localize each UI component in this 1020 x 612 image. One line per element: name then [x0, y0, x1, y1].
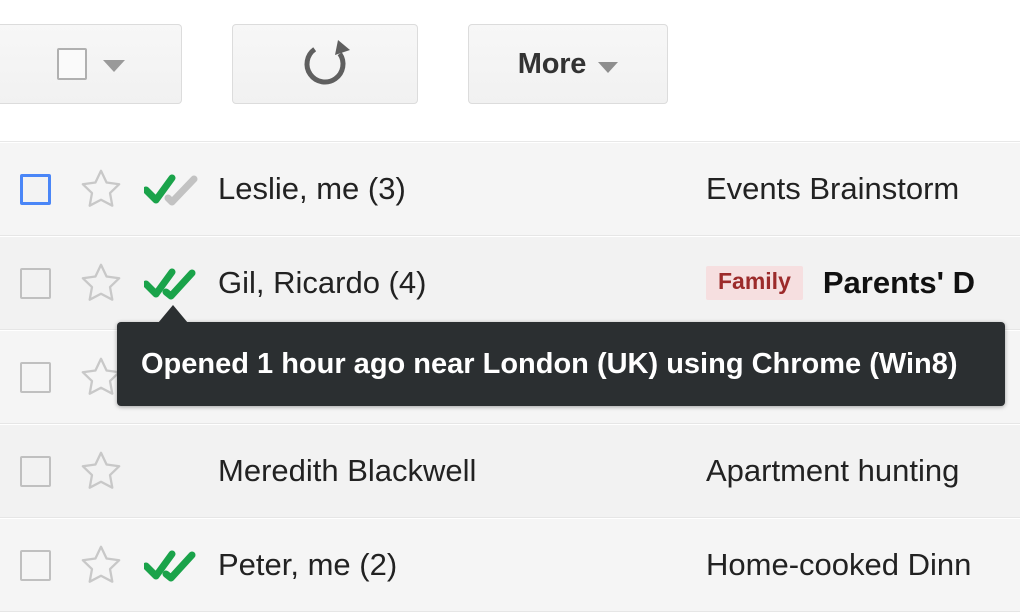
table-row[interactable]: Meredith Blackwell Apartment hunting [0, 424, 1020, 518]
chevron-down-icon[interactable] [102, 60, 125, 72]
select-all-button[interactable] [0, 24, 182, 104]
table-row[interactable]: Gil, Ricardo (4) Family Parents' D [0, 236, 1020, 330]
refresh-icon [297, 36, 353, 92]
subject-text: Apartment hunting [706, 453, 960, 488]
star-cell[interactable] [70, 166, 132, 212]
row-checkbox-cell[interactable] [0, 173, 70, 205]
gmail-inbox-screenshot: More Leslie, me (3) Events Brainstorm Gi… [0, 0, 1020, 612]
row-checkbox-cell[interactable] [0, 361, 70, 393]
row-checkbox-cell[interactable] [0, 455, 70, 487]
more-button[interactable]: More [468, 24, 668, 104]
checkbox-icon[interactable] [56, 48, 87, 80]
sender-name: Gil, Ricardo (4) [218, 265, 427, 300]
star-icon[interactable] [78, 260, 124, 306]
read-marks-cell[interactable] [132, 548, 214, 582]
star-cell[interactable] [70, 542, 132, 588]
star-cell[interactable] [70, 448, 132, 494]
checkbox-icon[interactable] [19, 267, 51, 299]
star-cell[interactable] [70, 260, 132, 306]
tooltip-arrow [158, 305, 188, 323]
row-checkbox-cell[interactable] [0, 267, 70, 299]
row-checkbox-cell[interactable] [0, 549, 70, 581]
double-check-icon[interactable] [144, 266, 202, 300]
subject-text: Events Brainstorm [706, 171, 960, 206]
double-check-icon[interactable] [144, 172, 202, 206]
sender-name: Peter, me (2) [218, 547, 398, 582]
subject-text: Parents' D [822, 265, 975, 300]
checkbox-icon[interactable] [19, 549, 51, 581]
subject-text: Home-cooked Dinn [706, 547, 972, 582]
refresh-button[interactable] [232, 24, 418, 104]
checkbox-icon[interactable] [19, 361, 51, 393]
star-icon[interactable] [78, 448, 124, 494]
subject-cell: Family Parents' D [706, 265, 1020, 301]
status-badge[interactable]: Family [706, 266, 803, 300]
read-marks-cell[interactable] [132, 172, 214, 206]
table-row[interactable]: Leslie, me (3) Events Brainstorm [0, 142, 1020, 236]
read-marks-cell[interactable] [132, 266, 214, 300]
table-row[interactable]: Peter, me (2) Home-cooked Dinn [0, 518, 1020, 612]
mail-toolbar: More [0, 0, 1020, 142]
more-button-label: More [517, 47, 587, 80]
tooltip: Opened 1 hour ago near London (UK) using… [117, 322, 1005, 406]
star-icon[interactable] [78, 542, 124, 588]
checkbox-icon[interactable] [19, 455, 51, 487]
star-icon[interactable] [78, 166, 124, 212]
sender-name: Leslie, me (3) [218, 171, 406, 206]
checkbox-icon[interactable] [19, 173, 51, 205]
tooltip-text: Opened 1 hour ago near London (UK) using… [141, 347, 958, 380]
double-check-icon[interactable] [144, 548, 202, 582]
sender-name: Meredith Blackwell [218, 453, 477, 488]
chevron-down-icon[interactable] [598, 61, 619, 73]
